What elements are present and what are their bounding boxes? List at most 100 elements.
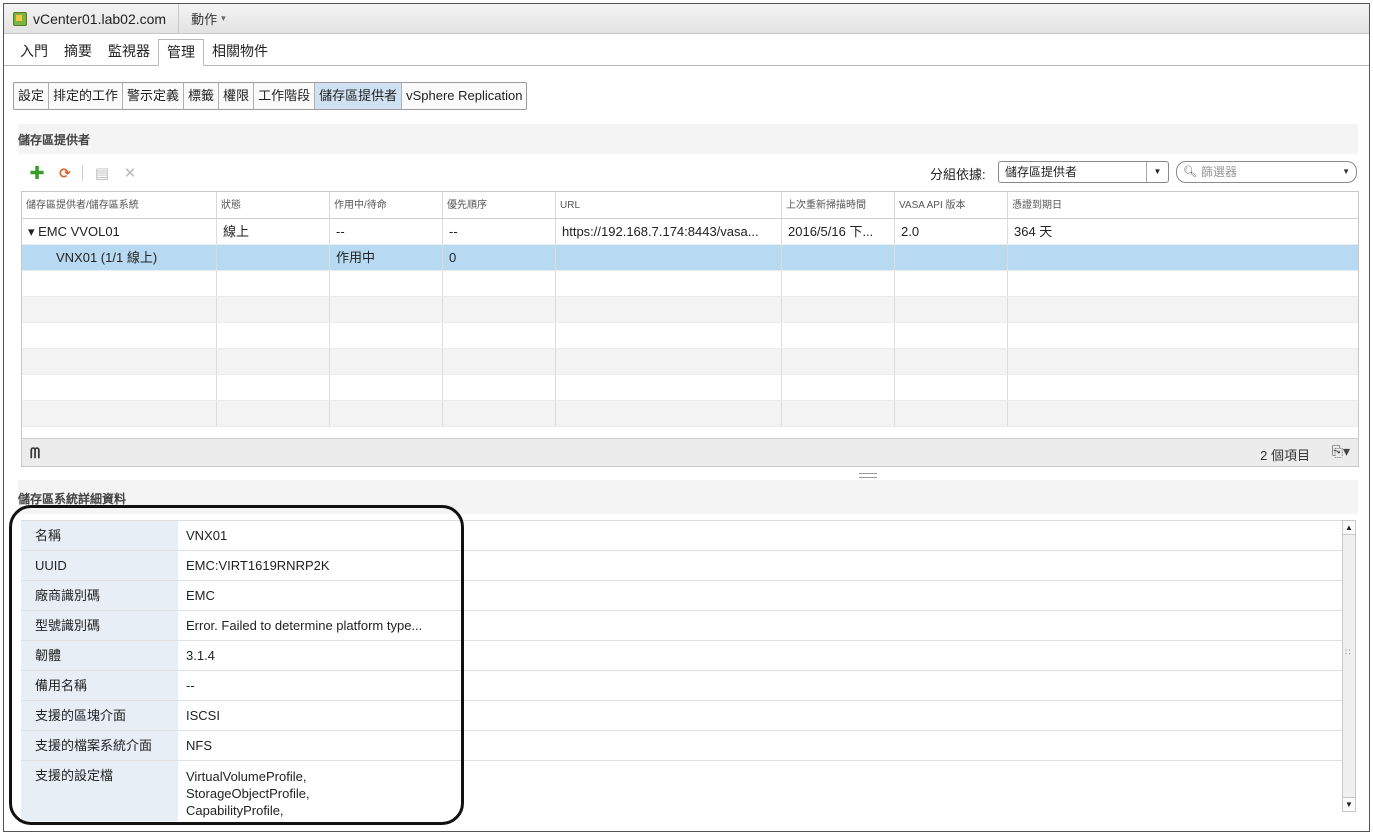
remove-icon[interactable]: ✕ — [121, 164, 139, 182]
subtab-scheduled-tasks[interactable]: 排定的工作 — [49, 83, 124, 109]
grid-header: 儲存區提供者/儲存區系統 狀態 作用中/待命 優先順序 URL 上次重新掃描時間… — [22, 192, 1358, 219]
grid-cell: 作用中 — [330, 245, 443, 270]
table-row[interactable]: ▾ EMC VVOL01 線上 -- -- https://192.168.7.… — [22, 219, 1358, 245]
detail-label: UUID — [21, 551, 178, 580]
column-header[interactable]: 作用中/待命 — [330, 192, 443, 218]
item-count: 2 個項目 — [1260, 448, 1310, 463]
grid-cell: 364 天 — [1014, 224, 1053, 239]
subtab-vsphere-replication[interactable]: vSphere Replication — [402, 83, 526, 109]
detail-label: 型號識別碼 — [21, 611, 178, 640]
grid-cell: 0 — [443, 245, 556, 270]
grid-cell: -- — [330, 219, 443, 244]
detail-row: 支援的設定檔 VirtualVolumeProfile, StorageObje… — [21, 761, 1342, 821]
empty-row — [22, 297, 1358, 323]
grid-footer: ᗰ 2 個項目 ⎘▾ — [22, 438, 1358, 466]
subtab-sessions[interactable]: 工作階段 — [254, 83, 316, 109]
export-icon[interactable]: ⎘▾ — [1332, 443, 1350, 460]
detail-row: 支援的檔案系統介面 NFS — [21, 731, 1342, 761]
column-header[interactable]: VASA API 版本 — [895, 192, 1008, 218]
empty-row — [22, 323, 1358, 349]
vcenter-icon — [13, 11, 27, 26]
tab-summary[interactable]: 摘要 — [56, 39, 100, 65]
tab-manage[interactable]: 管理 — [158, 39, 204, 66]
detail-value: NFS — [186, 738, 212, 753]
grid-cell — [217, 245, 330, 270]
details-header-bg — [18, 480, 1358, 514]
providers-toolbar: ✚ ⟳ ▤ ✕ 分組依據: 儲存區提供者 ▼ 🔍︎ 篩選器 ▼ — [18, 159, 1358, 187]
vcenter-window: vCenter01.lab02.com 動作 ▾ 入門 摘要 監視器 管理 相關… — [3, 3, 1370, 832]
detail-row: 支援的區塊介面 ISCSI — [21, 701, 1342, 731]
tab-getting-started[interactable]: 入門 — [12, 39, 56, 65]
binoculars-icon[interactable]: ᗰ — [30, 445, 40, 462]
detail-value: EMC:VIRT1619RNRP2K — [186, 558, 330, 573]
chevron-down-icon[interactable]: ▼ — [1342, 162, 1350, 182]
host-title: vCenter01.lab02.com — [33, 10, 167, 27]
detail-value: VirtualVolumeProfile, StorageObjectProfi… — [178, 761, 1342, 821]
detail-label: 支援的區塊介面 — [21, 701, 178, 730]
profile-line: StorageObjectProfile, — [186, 786, 310, 801]
scroll-down-icon[interactable]: ▼ — [1343, 797, 1355, 811]
providers-header-bg — [18, 124, 1358, 154]
detail-label: 韌體 — [21, 641, 178, 670]
detail-label: 支援的設定檔 — [21, 761, 178, 821]
details-table: 名稱 VNX01 UUID EMC:VIRT1619RNRP2K 廠商識別碼 E… — [21, 520, 1342, 821]
panel-splitter[interactable] — [859, 473, 877, 478]
subtab-permissions[interactable]: 權限 — [219, 83, 255, 109]
column-header[interactable]: 狀態 — [217, 192, 330, 218]
filter-placeholder: 篩選器 — [1201, 165, 1238, 179]
column-header[interactable]: 儲存區提供者/儲存區系統 — [22, 192, 217, 218]
providers-section-title: 儲存區提供者 — [18, 133, 91, 147]
subtab-storage-providers[interactable]: 儲存區提供者 — [315, 83, 403, 109]
detail-value: ISCSI — [186, 708, 220, 723]
detail-label: 名稱 — [21, 521, 178, 550]
profile-line: CapabilityProfile, — [186, 803, 284, 818]
actions-menu[interactable]: 動作 — [191, 9, 217, 28]
detail-label: 廠商識別碼 — [21, 581, 178, 610]
detail-row: 名稱 VNX01 — [21, 521, 1342, 551]
tab-monitor[interactable]: 監視器 — [100, 39, 158, 65]
details-scrollbar[interactable]: ▲ ∷ ▼ — [1342, 520, 1356, 812]
subtab-tags[interactable]: 標籤 — [184, 83, 220, 109]
details-section-title: 儲存區系統詳細資料 — [18, 492, 127, 506]
detail-row: 韌體 3.1.4 — [21, 641, 1342, 671]
sub-tabs: 設定 排定的工作 警示定義 標籤 權限 工作階段 儲存區提供者 vSphere … — [13, 82, 528, 110]
empty-row — [22, 375, 1358, 401]
toolbar-divider — [82, 165, 83, 181]
grid-cell: -- — [443, 219, 556, 244]
chevron-down-icon[interactable]: ▼ — [1146, 162, 1168, 182]
refresh-icon[interactable]: ⟳ — [56, 164, 74, 182]
grid-cell — [782, 245, 895, 270]
column-header[interactable]: URL — [556, 192, 782, 218]
scroll-up-icon[interactable]: ▲ — [1343, 521, 1355, 535]
detail-row: UUID EMC:VIRT1619RNRP2K — [21, 551, 1342, 581]
grip-icon[interactable]: ∷ — [1345, 647, 1351, 658]
detail-value: Error. Failed to determine platform type… — [186, 618, 423, 633]
details-icon[interactable]: ▤ — [93, 164, 111, 182]
group-by-value: 儲存區提供者 — [1005, 165, 1078, 179]
providers-grid: 儲存區提供者/儲存區系統 狀態 作用中/待命 優先順序 URL 上次重新掃描時間… — [21, 191, 1359, 467]
grid-cell — [556, 245, 782, 270]
title-separator — [178, 3, 180, 34]
grid-cell — [895, 245, 1008, 270]
column-header[interactable]: 上次重新掃描時間 — [782, 192, 895, 218]
grid-cell — [1008, 245, 1358, 270]
subtab-settings[interactable]: 設定 — [14, 83, 50, 109]
detail-label: 支援的檔案系統介面 — [21, 731, 178, 760]
detail-value: VNX01 — [186, 528, 228, 543]
detail-value: EMC — [186, 588, 215, 603]
empty-row — [22, 271, 1358, 297]
subtab-alarm-definitions[interactable]: 警示定義 — [123, 83, 185, 109]
group-by-select[interactable]: 儲存區提供者 ▼ — [998, 161, 1169, 183]
filter-input[interactable]: 🔍︎ 篩選器 ▼ — [1176, 161, 1357, 183]
search-icon: 🔍︎ — [1183, 166, 1197, 178]
chevron-down-icon[interactable]: ▾ — [221, 13, 226, 24]
title-bar: vCenter01.lab02.com 動作 ▾ — [4, 3, 1369, 34]
tab-related-objects[interactable]: 相關物件 — [204, 39, 276, 65]
main-tabs: 入門 摘要 監視器 管理 相關物件 — [4, 34, 1369, 66]
group-by-label: 分組依據: — [930, 167, 986, 182]
column-header[interactable]: 優先順序 — [443, 192, 556, 218]
column-header[interactable]: 憑證到期日 — [1008, 192, 1358, 218]
add-icon[interactable]: ✚ — [28, 163, 46, 183]
grid-cell: ▾ EMC VVOL01 — [22, 219, 217, 244]
table-row[interactable]: VNX01 (1/1 線上) 作用中 0 — [22, 245, 1358, 271]
